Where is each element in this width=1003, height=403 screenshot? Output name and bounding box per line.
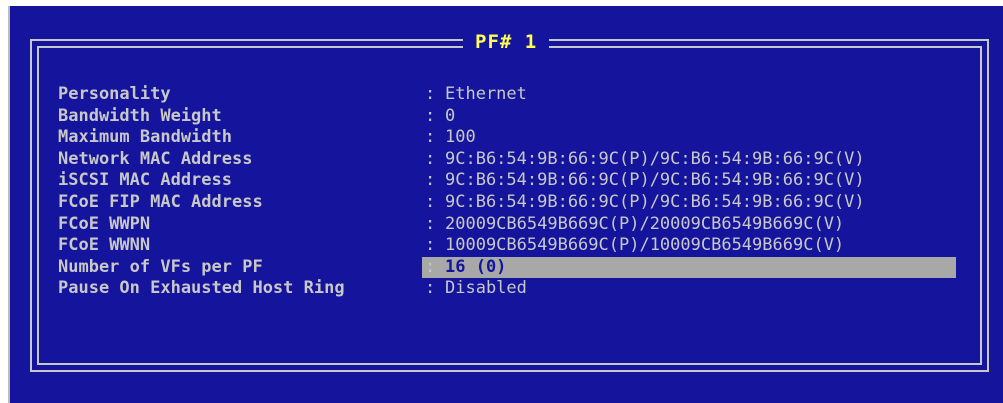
setting-value: 20009CB6549B669C(P)/20009CB6549B669C(V) bbox=[445, 213, 845, 234]
setting-separator: : bbox=[425, 278, 436, 299]
setting-label: FCoE WWNN bbox=[58, 235, 151, 256]
setting-row-bandwidth-weight[interactable]: Bandwidth Weight : 0 bbox=[58, 106, 455, 128]
bios-config-screen: PF# 1 Personality : Ethernet Bandwidth W… bbox=[8, 6, 1003, 403]
setting-value: Ethernet bbox=[445, 84, 527, 104]
setting-value-selected[interactable]: 16 (0) bbox=[445, 257, 506, 279]
setting-separator: : bbox=[425, 127, 436, 148]
setting-separator: : bbox=[425, 213, 436, 234]
setting-value: 9C:B6:54:9B:66:9C(P)/9C:B6:54:9B:66:9C(V… bbox=[445, 148, 865, 169]
setting-row-iscsi-mac: iSCSI MAC Address : 9C:B6:54:9B:66:9C(P)… bbox=[58, 170, 865, 192]
dialog-title-box: PF# 1 bbox=[463, 27, 550, 57]
setting-label: Number of VFs per PF bbox=[58, 256, 263, 277]
setting-row-network-mac: Network MAC Address : 9C:B6:54:9B:66:9C(… bbox=[58, 149, 865, 171]
setting-row-fcoe-fip-mac: FCoE FIP MAC Address : 9C:B6:54:9B:66:9C… bbox=[58, 192, 865, 214]
setting-separator: : bbox=[425, 105, 436, 126]
setting-separator: : bbox=[425, 235, 436, 256]
setting-label: FCoE WWPN bbox=[58, 213, 151, 234]
setting-separator: : bbox=[425, 170, 436, 191]
setting-separator: : bbox=[425, 256, 436, 277]
setting-value: 100 bbox=[445, 127, 476, 148]
setting-row-fcoe-wwpn: FCoE WWPN : 20009CB6549B669C(P)/20009CB6… bbox=[58, 214, 844, 236]
setting-value: 9C:B6:54:9B:66:9C(P)/9C:B6:54:9B:66:9C(V… bbox=[445, 191, 865, 212]
setting-label: Personality bbox=[58, 84, 171, 104]
dialog-title: PF# 1 bbox=[475, 31, 538, 53]
setting-label: FCoE FIP MAC Address bbox=[58, 191, 263, 212]
setting-row-personality[interactable]: Personality : Ethernet bbox=[58, 84, 527, 106]
setting-value: Disabled bbox=[445, 278, 527, 299]
setting-row-pause-on-exhausted[interactable]: Pause On Exhausted Host Ring : Disabled bbox=[58, 278, 527, 300]
setting-label: Network MAC Address bbox=[58, 148, 253, 169]
setting-value: 9C:B6:54:9B:66:9C(P)/9C:B6:54:9B:66:9C(V… bbox=[445, 170, 865, 191]
setting-row-number-of-vfs[interactable]: Number of VFs per PF : 16 (0) bbox=[58, 256, 956, 279]
setting-label: iSCSI MAC Address bbox=[58, 170, 232, 191]
settings-list: Personality : Ethernet Bandwidth Weight … bbox=[58, 84, 956, 300]
screen-edge-rule bbox=[8, 6, 10, 403]
setting-row-fcoe-wwnn: FCoE WWNN : 10009CB6549B669C(P)/10009CB6… bbox=[58, 235, 844, 257]
setting-row-maximum-bandwidth[interactable]: Maximum Bandwidth : 100 bbox=[58, 127, 476, 149]
setting-label: Maximum Bandwidth bbox=[58, 127, 232, 148]
setting-separator: : bbox=[425, 84, 436, 104]
setting-label: Bandwidth Weight bbox=[58, 105, 222, 126]
setting-value: 0 bbox=[445, 105, 456, 126]
setting-value: 10009CB6549B669C(P)/10009CB6549B669C(V) bbox=[445, 235, 845, 256]
setting-separator: : bbox=[425, 191, 436, 212]
setting-separator: : bbox=[425, 148, 436, 169]
setting-label: Pause On Exhausted Host Ring bbox=[58, 278, 345, 299]
